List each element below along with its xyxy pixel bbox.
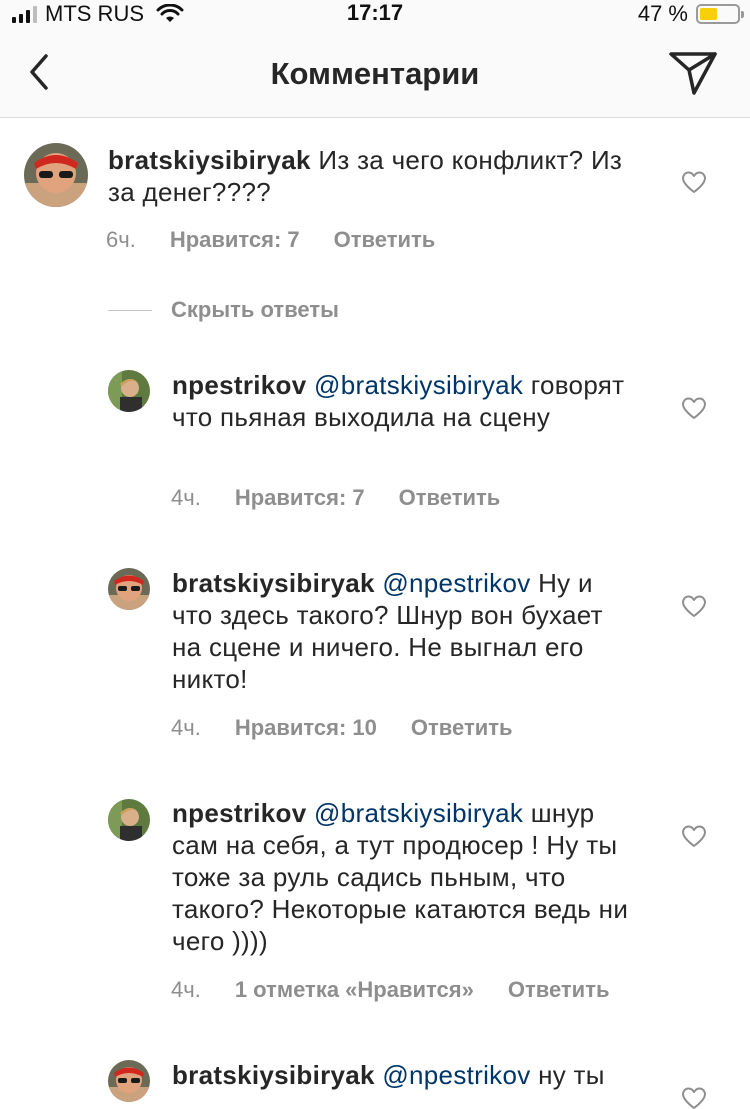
battery-percent: 47 %: [637, 1, 688, 26]
page-title: Комментарии: [270, 56, 480, 91]
paper-plane-icon[interactable]: [668, 50, 718, 96]
comment-time: 4ч.: [171, 977, 201, 1002]
comment-mention[interactable]: @npestrikov: [382, 1060, 530, 1090]
hide-replies-button[interactable]: Скрыть ответы: [171, 297, 339, 323]
comment-meta: 4ч. Нравится: 7 Ответить: [171, 485, 500, 511]
status-right: 47 %: [637, 1, 744, 27]
reply-button[interactable]: Ответить: [334, 227, 436, 253]
heart-icon[interactable]: [680, 823, 708, 849]
heart-icon[interactable]: [680, 395, 708, 421]
comment-time: 4ч.: [171, 715, 201, 740]
comment-text: npestrikov @bratskiysibiryak шнур сам на…: [172, 797, 632, 957]
avatar[interactable]: [24, 143, 88, 207]
comment-mention[interactable]: @bratskiysibiryak: [314, 798, 523, 828]
comment-meta: 4ч. 1 отметка «Нравится» Ответить: [171, 977, 610, 1003]
avatar[interactable]: [108, 799, 150, 841]
heart-icon[interactable]: [680, 593, 708, 619]
comment-username[interactable]: bratskiysibiryak: [108, 145, 311, 175]
like-count[interactable]: Нравится: 7: [235, 485, 365, 511]
heart-icon[interactable]: [680, 169, 708, 195]
battery-icon: [696, 4, 744, 24]
like-count[interactable]: Нравится: 10: [235, 715, 377, 741]
nav-bar: Комментарии: [0, 26, 750, 118]
hide-replies[interactable]: Скрыть ответы: [108, 297, 339, 323]
reply-button[interactable]: Ответить: [399, 485, 501, 511]
comment-mention[interactable]: @bratskiysibiryak: [314, 370, 523, 400]
divider: [108, 309, 152, 311]
battery-level: [700, 8, 717, 20]
comment-mention[interactable]: @npestrikov: [382, 568, 530, 598]
status-bar: MTS RUS 17:17 47 %: [0, 0, 750, 26]
comment-text: bratskiysibiryak @npestrikov Ну и что зд…: [172, 567, 632, 695]
comment-body: ну ты: [538, 1060, 605, 1090]
comment-username[interactable]: npestrikov: [172, 370, 307, 400]
avatar[interactable]: [108, 568, 150, 610]
comment-username[interactable]: bratskiysibiryak: [172, 1060, 375, 1090]
reply-button[interactable]: Ответить: [411, 715, 513, 741]
comment-time: 6ч.: [106, 227, 136, 252]
heart-icon[interactable]: [680, 1085, 708, 1109]
like-count[interactable]: 1 отметка «Нравится»: [235, 977, 474, 1003]
avatar[interactable]: [108, 1060, 150, 1102]
comment-text: npestrikov @bratskiysibiryak говорят что…: [172, 369, 632, 433]
comment-time: 4ч.: [171, 485, 201, 510]
avatar[interactable]: [108, 370, 150, 412]
comment-username[interactable]: npestrikov: [172, 798, 307, 828]
comment-meta: 6ч. Нравится: 7 Ответить: [106, 227, 435, 253]
reply-button[interactable]: Ответить: [508, 977, 610, 1003]
comment-text: bratskiysibiryak @npestrikov ну ты: [172, 1059, 632, 1107]
comment-meta: 4ч. Нравится: 10 Ответить: [171, 715, 513, 741]
like-count[interactable]: Нравится: 7: [170, 227, 300, 253]
comment-text: bratskiysibiryak Из за чего конфликт? Из…: [108, 144, 628, 208]
comment-username[interactable]: bratskiysibiryak: [172, 568, 375, 598]
